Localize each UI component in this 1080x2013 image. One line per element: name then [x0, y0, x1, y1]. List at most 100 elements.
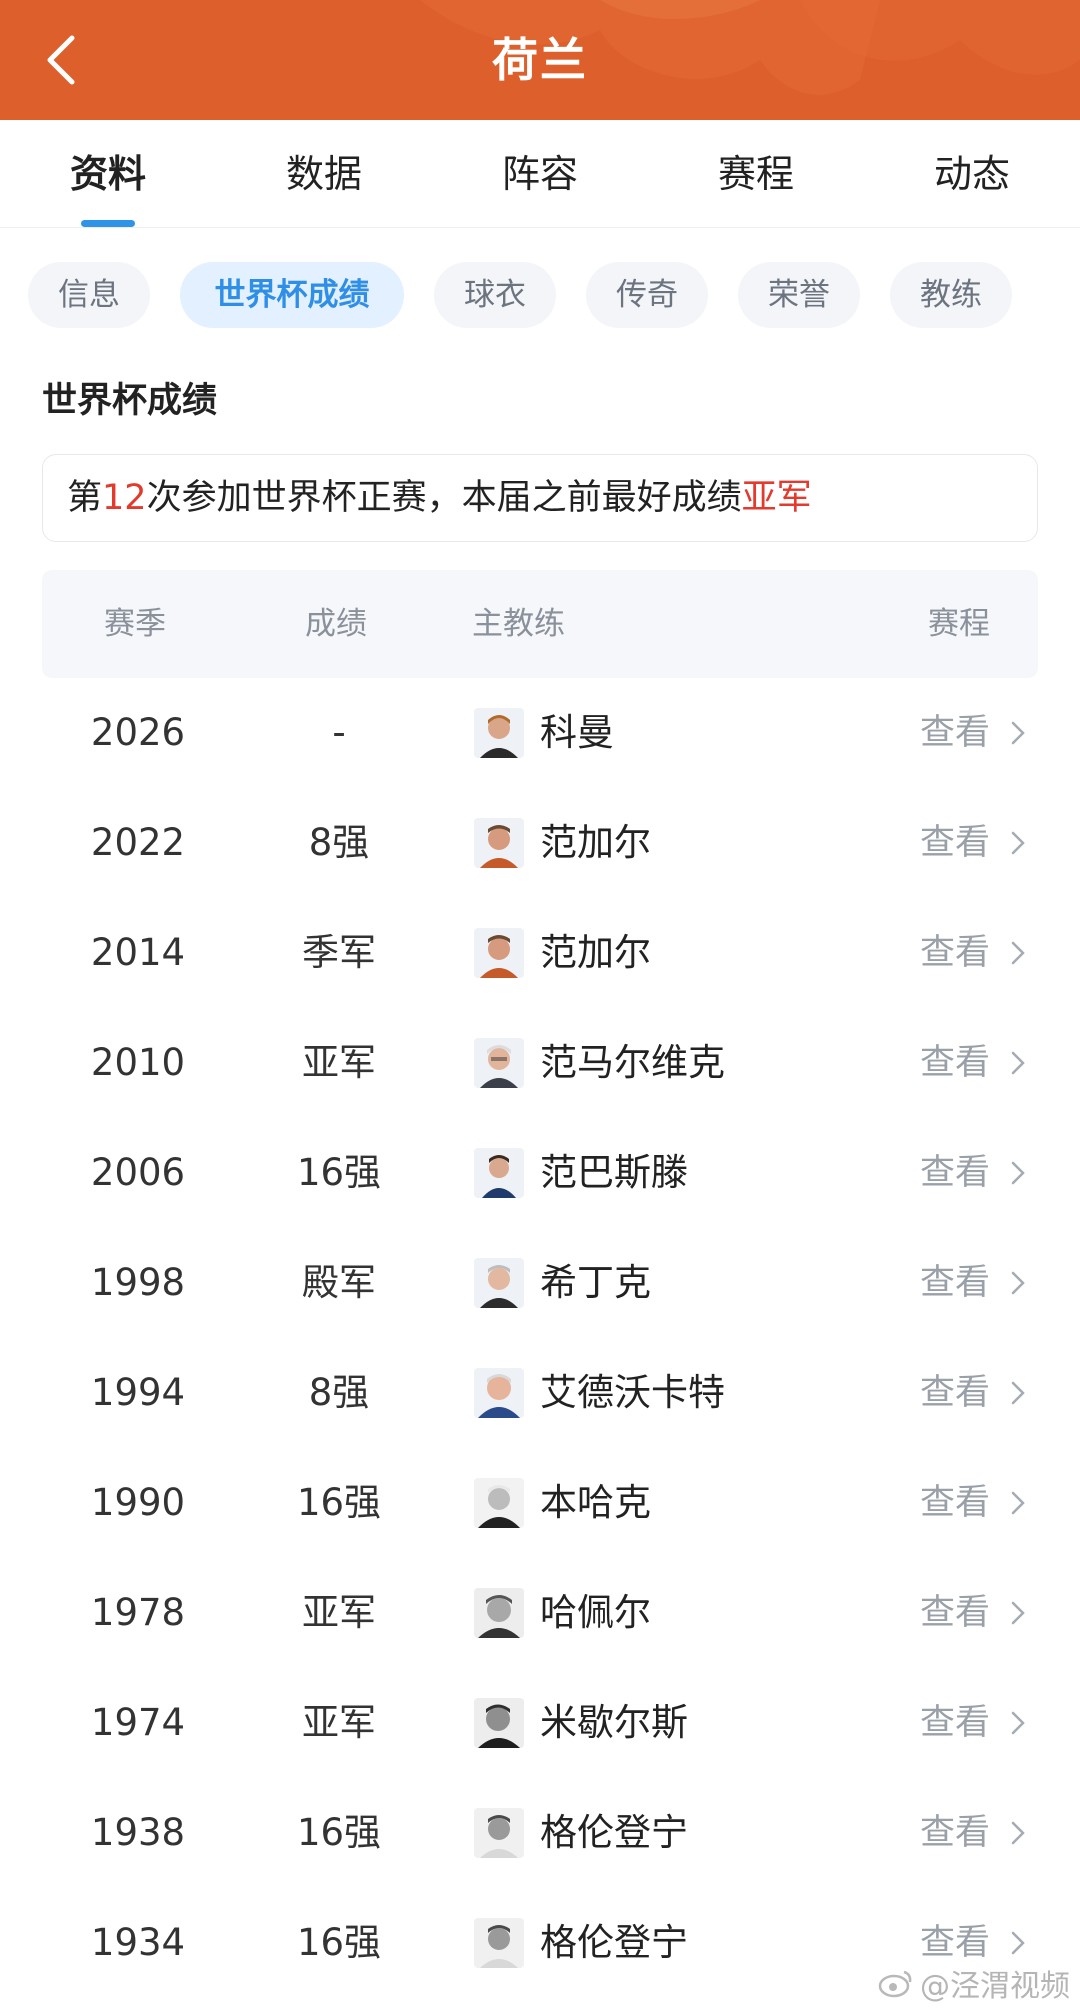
coach-avatar: [474, 1918, 524, 1968]
view-schedule-link[interactable]: 查看: [920, 788, 990, 898]
coach-name: 范巴斯滕: [540, 1151, 688, 1194]
table-row: 2014 季军 范加尔 查看: [0, 898, 1080, 1008]
coach-avatar: [474, 1038, 524, 1088]
view-schedule-link[interactable]: 查看: [920, 898, 990, 1008]
chevron-right-icon: [1011, 721, 1025, 745]
chevron-right-icon: [1011, 1821, 1025, 1845]
tab-stats[interactable]: 数据: [216, 120, 432, 227]
result-cell: 季军: [302, 931, 376, 974]
coach-name: 希丁克: [540, 1261, 651, 1304]
coach-avatar: [474, 1148, 524, 1198]
chip-jersey[interactable]: 球衣: [434, 262, 556, 328]
result-cell: 8强: [308, 1371, 370, 1414]
chevron-right-icon: [1011, 831, 1025, 855]
coach-avatar: [474, 1808, 524, 1858]
tab-label: 动态: [933, 152, 1010, 196]
chevron-right-icon: [1011, 1491, 1025, 1515]
tab-schedule[interactable]: 赛程: [648, 120, 864, 227]
chevron-right-icon: [1011, 941, 1025, 965]
active-tab-indicator: [81, 220, 135, 227]
result-cell: 亚军: [302, 1701, 376, 1744]
chip-coaches[interactable]: 教练: [890, 262, 1012, 328]
view-schedule-link[interactable]: 查看: [920, 1118, 990, 1228]
result-cell: 亚军: [302, 1041, 376, 1084]
main-tab-bar: 资料 数据 阵容 赛程 动态: [0, 120, 1080, 228]
result-cell: 16强: [296, 1811, 382, 1854]
sub-tab-bar: 信息 世界杯成绩 球衣 传奇 荣誉 教练: [28, 262, 1068, 328]
weibo-logo-icon: [878, 1970, 912, 1998]
result-cell: 8强: [308, 821, 370, 864]
season-cell: 1974: [90, 1701, 186, 1744]
tab-squad[interactable]: 阵容: [432, 120, 648, 227]
table-row: 1978 亚军 哈佩尔 查看: [0, 1558, 1080, 1668]
view-schedule-link[interactable]: 查看: [920, 1778, 990, 1888]
coach-name: 科曼: [540, 711, 614, 754]
coach-avatar: [474, 1588, 524, 1638]
view-schedule-link[interactable]: 查看: [920, 1448, 990, 1558]
season-cell: 1934: [90, 1921, 186, 1964]
watermark: @泾渭视频: [878, 1961, 1070, 2005]
coach-avatar: [474, 1258, 524, 1308]
top-app-bar: 荷兰: [0, 0, 1080, 120]
table-header: 赛季 成绩 主教练 赛程: [42, 570, 1038, 678]
coach-avatar: [474, 1368, 524, 1418]
view-schedule-link[interactable]: 查看: [920, 1008, 990, 1118]
coach-name: 范马尔维克: [540, 1041, 725, 1084]
result-cell: 16强: [296, 1481, 382, 1524]
season-cell: 1978: [90, 1591, 186, 1634]
header-schedule: 赛程: [928, 606, 990, 642]
chevron-right-icon: [1011, 1711, 1025, 1735]
season-cell: 2022: [90, 821, 186, 864]
chevron-right-icon: [1011, 1161, 1025, 1185]
summary-prefix: 第: [67, 478, 103, 518]
result-cell: 亚军: [302, 1591, 376, 1634]
world-cup-summary: 第12次参加世界杯正赛，本届之前最好成绩亚军: [42, 454, 1038, 542]
season-cell: 2006: [90, 1151, 186, 1194]
table-row: 2010 亚军 范马尔维克 查看: [0, 1008, 1080, 1118]
season-cell: 1994: [90, 1371, 186, 1414]
table-row: 2006 16强 范巴斯滕 查看: [0, 1118, 1080, 1228]
table-row: 1994 8强 艾德沃卡特 查看: [0, 1338, 1080, 1448]
watermark-text: @泾渭视频: [920, 1969, 1070, 2004]
table-row: 2026 - 科曼 查看: [0, 678, 1080, 788]
result-cell: -: [332, 711, 346, 754]
chip-legends[interactable]: 传奇: [586, 262, 708, 328]
chevron-right-icon: [1011, 1381, 1025, 1405]
chevron-right-icon: [1011, 1271, 1025, 1295]
header-season: 赛季: [104, 606, 166, 642]
coach-avatar: [474, 708, 524, 758]
season-cell: 1990: [90, 1481, 186, 1524]
coach-name: 哈佩尔: [540, 1591, 651, 1634]
table-row: 1938 16强 格伦登宁 查看: [0, 1778, 1080, 1888]
view-schedule-link[interactable]: 查看: [920, 1668, 990, 1778]
season-cell: 2010: [90, 1041, 186, 1084]
result-cell: 16强: [296, 1151, 382, 1194]
chip-world-cup-record[interactable]: 世界杯成绩: [180, 262, 404, 328]
view-schedule-link[interactable]: 查看: [920, 1558, 990, 1668]
table-row: 1974 亚军 米歇尔斯 查看: [0, 1668, 1080, 1778]
coach-avatar: [474, 928, 524, 978]
header-result: 成绩: [305, 606, 367, 642]
coach-name: 范加尔: [540, 821, 651, 864]
coach-name: 格伦登宁: [540, 1921, 688, 1964]
coach-name: 格伦登宁: [540, 1811, 688, 1854]
section-title: 世界杯成绩: [42, 381, 218, 421]
table-row: 1998 殿军 希丁克 查看: [0, 1228, 1080, 1338]
tab-label: 资料: [69, 152, 146, 196]
coach-avatar: [474, 818, 524, 868]
chip-info[interactable]: 信息: [28, 262, 150, 328]
chip-honors[interactable]: 荣誉: [738, 262, 860, 328]
summary-best-result: 亚军: [741, 478, 812, 518]
view-schedule-link[interactable]: 查看: [920, 678, 990, 788]
view-schedule-link[interactable]: 查看: [920, 1338, 990, 1448]
table-row: 1990 16强 本哈克 查看: [0, 1448, 1080, 1558]
chevron-right-icon: [1011, 1601, 1025, 1625]
tab-news[interactable]: 动态: [864, 120, 1080, 227]
coach-avatar: [474, 1698, 524, 1748]
chevron-right-icon: [1011, 1931, 1025, 1955]
view-schedule-link[interactable]: 查看: [920, 1228, 990, 1338]
season-cell: 1938: [90, 1811, 186, 1854]
chevron-right-icon: [1011, 1051, 1025, 1075]
tab-profile[interactable]: 资料: [0, 120, 216, 227]
season-cell: 2014: [90, 931, 186, 974]
